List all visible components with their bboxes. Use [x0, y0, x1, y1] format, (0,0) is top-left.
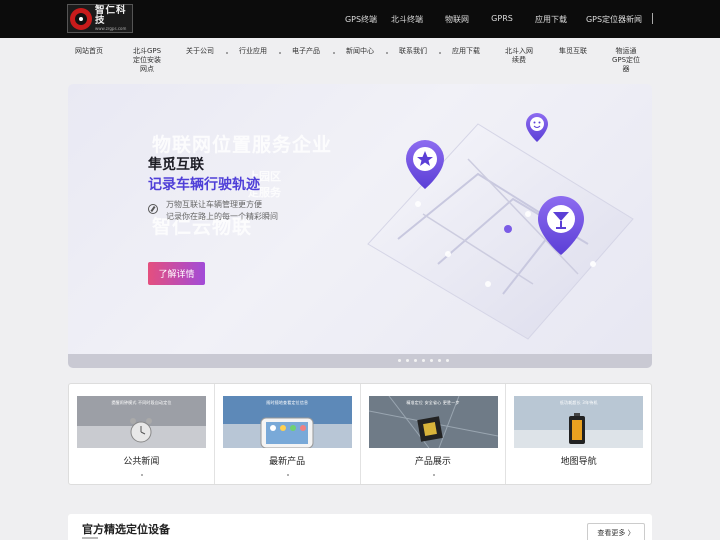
map-marker-dot	[504, 225, 512, 233]
card-caption: 精准定位 安全省心 更胜一步	[406, 400, 460, 405]
carousel-dot[interactable]	[446, 359, 449, 362]
map-illustration	[367, 113, 634, 340]
banner-watermark: 物联网位置服务企业	[152, 134, 333, 156]
nav-separator	[333, 52, 335, 54]
banner-subtitle: 记录车辆行驶轨迹	[148, 177, 260, 193]
banner-tagline: 记录你在路上的每一个精彩瞬间	[166, 212, 278, 221]
banner-footer-strip	[68, 354, 652, 368]
card-label: 公共新闻	[123, 457, 160, 467]
top-nav-beidou-terminal[interactable]: 北斗终端	[391, 14, 423, 25]
compass-icon	[148, 204, 158, 214]
logo-name: 智仁科技	[95, 5, 127, 26]
card-map-navigation[interactable]: 低功耗超长 3年待机 地图导航	[506, 384, 651, 484]
nav-separator	[386, 52, 388, 54]
nav-about[interactable]: 关于公司	[186, 47, 214, 56]
nav-divider	[652, 13, 653, 24]
top-nav-gps-terminal[interactable]: GPS终端	[345, 14, 377, 25]
card-label: 地图导航	[560, 457, 597, 467]
nav-beidou-renewal[interactable]: 北斗入网 续费	[505, 47, 533, 65]
card-label: 最新产品	[269, 457, 306, 467]
carousel-dot[interactable]	[438, 359, 441, 362]
nav-install-points[interactable]: 北斗GPS 定位安装 网点	[133, 47, 161, 74]
card-new-products[interactable]: 随时随地查看定位信息 最新产品	[215, 384, 361, 484]
top-nav-gps-news[interactable]: GPS定位器新闻	[586, 14, 642, 25]
carousel-dot[interactable]	[406, 359, 409, 362]
card-product-showcase[interactable]: 精准定位 安全省心 更胜一步 产品展示	[361, 384, 507, 484]
banner-title: 隼觅互联	[148, 157, 204, 173]
hero-banner[interactable]: 物联网位置服务企业 智仁云物联 上园区 定服务 隼觅互联 记录车辆行驶轨迹 万物…	[68, 84, 652, 368]
carousel-indicators	[398, 359, 449, 362]
card-caption: 提醒闹钟模式 不同时段自动定位	[111, 400, 172, 405]
top-nav-gprs[interactable]: GPRS	[491, 14, 513, 23]
card-label: 产品展示	[414, 457, 451, 467]
top-nav-iot[interactable]: 物联网	[445, 14, 469, 25]
learn-more-button[interactable]: 了解详情	[148, 262, 205, 285]
featured-devices-section: 官方精选定位设备 查看更多 〉	[68, 514, 652, 540]
banner-tagline: 万物互联让车辆管理更方便	[166, 200, 262, 209]
section-title: 官方精选定位设备	[82, 523, 170, 536]
carousel-dot[interactable]	[414, 359, 417, 362]
nav-industry[interactable]: 行业应用	[239, 47, 267, 56]
logo-url: www.zrgps.com	[95, 26, 127, 31]
main-nav: 网站首页 北斗GPS 定位安装 网点 关于公司 行业应用 电子产品 新闻中心 联…	[0, 38, 720, 84]
location-pin-smile-icon	[526, 113, 548, 142]
card-image: 精准定位 安全省心 更胜一步	[368, 396, 498, 448]
nav-wuyuntong[interactable]: 物运通 GPS定位 器	[612, 47, 640, 74]
card-public-news[interactable]: 提醒闹钟模式 不同时段自动定位 公共新闻	[69, 384, 215, 484]
nav-app-download[interactable]: 应用下载	[452, 47, 480, 56]
carousel-dot[interactable]	[422, 359, 425, 362]
nav-separator	[439, 52, 441, 54]
company-logo[interactable]: 智仁科技 www.zrgps.com	[67, 4, 133, 33]
logo-mark-icon	[70, 7, 92, 30]
carousel-dot[interactable]	[398, 359, 401, 362]
nav-separator	[226, 52, 228, 54]
card-image: 低功耗超长 3年待机	[514, 396, 644, 448]
carousel-dot[interactable]	[430, 359, 433, 362]
nav-separator	[279, 52, 281, 54]
section-underline	[82, 537, 98, 539]
category-cards: 提醒闹钟模式 不同时段自动定位 公共新闻 随时随地查看定位信息 最新产品 精准定…	[68, 383, 652, 485]
top-header: 智仁科技 www.zrgps.com GPS终端 北斗终端 物联网 GPRS 应…	[0, 0, 720, 38]
top-nav-app-download[interactable]: 应用下载	[535, 14, 567, 25]
card-caption: 低功耗超长 3年待机	[559, 400, 598, 405]
nav-contact[interactable]: 联系我们	[399, 47, 427, 56]
nav-home[interactable]: 网站首页	[75, 47, 103, 56]
nav-sunmi[interactable]: 隼觅互联	[559, 47, 587, 56]
view-more-button[interactable]: 查看更多 〉	[587, 523, 645, 540]
card-image: 提醒闹钟模式 不同时段自动定位	[77, 396, 206, 448]
card-image: 随时随地查看定位信息	[222, 396, 352, 448]
card-caption: 随时随地查看定位信息	[266, 400, 309, 405]
nav-news-center[interactable]: 新闻中心	[346, 47, 374, 56]
nav-electronics[interactable]: 电子产品	[292, 47, 320, 56]
